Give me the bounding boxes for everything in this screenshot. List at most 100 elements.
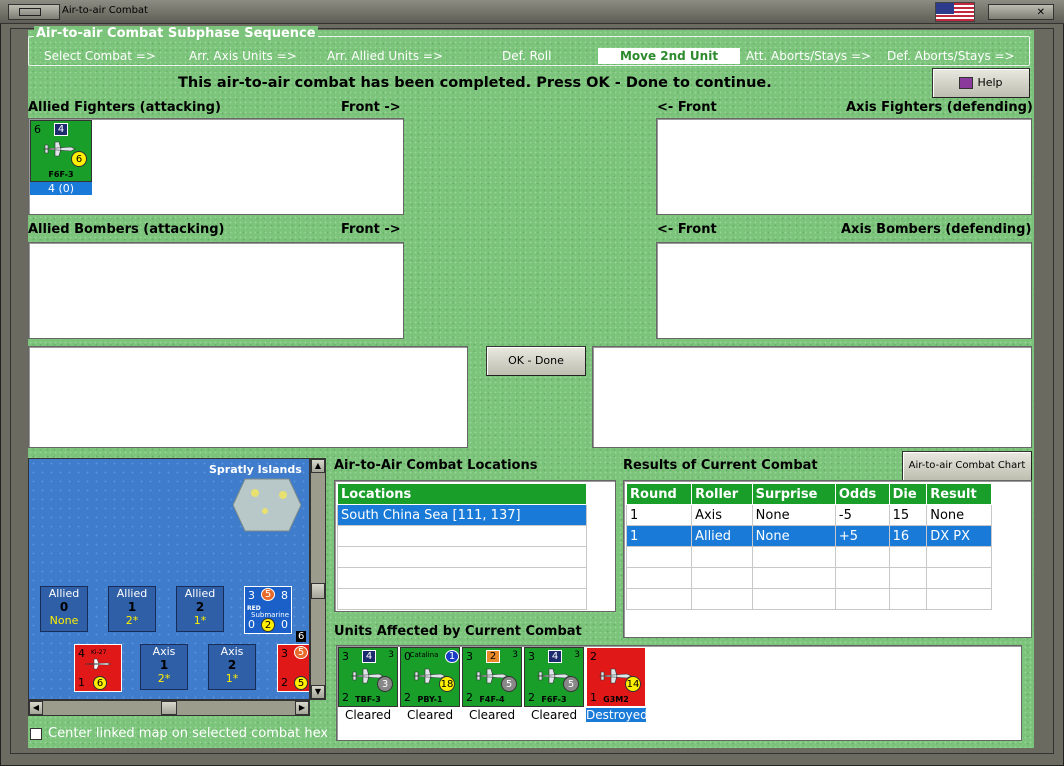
close-icon[interactable]: ✕ <box>1037 7 1045 18</box>
col-die: Die <box>888 483 928 505</box>
counter-name: G3M2 <box>603 695 629 704</box>
location-row[interactable]: South China Sea [111, 137] <box>337 504 587 526</box>
affected-unit-counter[interactable]: 3 4 3 5 2 F6F-3 <box>524 647 584 707</box>
result-row-empty <box>625 588 992 610</box>
hex-sub: None <box>49 614 79 627</box>
axis-fighters-box[interactable] <box>656 118 1032 215</box>
axis-bombers-front: <- Front <box>657 222 717 237</box>
scroll-thumb-h[interactable] <box>161 701 177 715</box>
counter-box: 2 <box>486 650 500 663</box>
cell-roller: Allied <box>691 525 753 547</box>
locations-list[interactable]: Locations South China Sea [111, 137] <box>334 480 616 612</box>
hex-sub: 2* <box>125 614 139 627</box>
axis-counter-2[interactable]: 3 5 2 5 <box>277 644 309 692</box>
fighter-counter[interactable]: 6 4 6 F6F-3 <box>30 120 92 182</box>
location-row-empty <box>337 525 587 547</box>
counter-name: PBY-1 <box>417 695 443 704</box>
counter-range: 6 <box>71 151 87 167</box>
counter-tl: 3 <box>281 647 288 660</box>
cell-odds: -5 <box>834 504 890 526</box>
counter-name: F6F-3 <box>541 695 567 704</box>
hex-title: Axis <box>220 645 244 658</box>
help-button[interactable]: Help <box>932 68 1030 98</box>
result-row[interactable]: 1 Allied None +5 16 DX PX <box>625 525 992 547</box>
axis-hex-2[interactable]: Axis 2 1* <box>208 644 256 690</box>
counter-box: 5 <box>261 588 275 601</box>
counter-tl: 3 <box>528 650 535 663</box>
axis-hex-1[interactable]: Axis 1 2* <box>140 644 188 690</box>
result-row[interactable]: 1 Axis None -5 15 None <box>625 504 992 526</box>
seq-step-move-2nd-unit: Move 2nd Unit <box>598 48 740 64</box>
ok-done-button[interactable]: OK - Done <box>486 346 586 376</box>
scroll-thumb-v[interactable] <box>311 583 325 599</box>
counter-name: Ki-27 <box>91 649 107 656</box>
affected-unit-counter[interactable]: 3 4 3 3 2 TBF-3 <box>338 647 398 707</box>
result-row-empty <box>625 546 992 568</box>
counter-top-text: Catalina <box>409 651 439 659</box>
hex-value: 1 <box>127 600 137 614</box>
seq-step-arr-axis: Arr. Axis Units => <box>189 49 297 63</box>
counter-attack: 6 <box>34 123 41 136</box>
counter-name: F4F-4 <box>479 695 505 704</box>
counter-air-value: 4 <box>54 123 68 136</box>
center-map-checkbox[interactable] <box>30 728 42 740</box>
mini-map[interactable]: Spratly Islands Allied 0 None Allied 1 2… <box>28 458 310 700</box>
axis-fighters-label: Axis Fighters (defending) <box>846 100 1033 115</box>
allied-hex-0[interactable]: Allied 0 None <box>40 586 88 632</box>
map-horizontal-scrollbar[interactable]: ◀ ▶ <box>28 700 310 716</box>
allied-bombers-box[interactable] <box>28 242 404 339</box>
location-cell: South China Sea [111, 137] <box>337 504 587 526</box>
axis-detail-box <box>592 346 1032 448</box>
counter-circle: 3 <box>377 676 393 692</box>
system-menu-button[interactable] <box>8 4 60 20</box>
help-label: Help <box>977 76 1003 89</box>
axis-bombers-label: Axis Bombers (defending) <box>841 222 1032 237</box>
map-location-label: Spratly Islands <box>209 463 302 476</box>
seq-step-select-combat: Select Combat => <box>44 49 156 63</box>
col-roller: Roller <box>691 483 753 505</box>
allied-hex-2[interactable]: Allied 2 1* <box>176 586 224 632</box>
scroll-left-icon[interactable]: ◀ <box>29 701 43 715</box>
hex-sub: 1* <box>225 672 239 685</box>
affected-unit-status: Cleared <box>468 708 516 722</box>
results-list[interactable]: Round Roller Surprise Odds Die Result 1 … <box>623 480 1032 638</box>
affected-unit-status: Cleared <box>406 708 454 722</box>
counter-circle: 6 <box>93 676 107 690</box>
counter-tl: 3 <box>342 650 349 663</box>
scroll-up-icon[interactable]: ▲ <box>311 459 325 473</box>
combat-chart-button[interactable]: Air-to-air Combat Chart <box>902 451 1032 481</box>
scroll-right-icon[interactable]: ▶ <box>295 701 309 715</box>
window-controls[interactable]: ✕ <box>988 4 1054 20</box>
allied-hex-1[interactable]: Allied 1 2* <box>108 586 156 632</box>
affected-unit-status: Cleared <box>344 708 392 722</box>
submarine-counter[interactable]: 3 5 8 RED Submarine 0 2 0 <box>244 586 292 634</box>
cell-odds: +5 <box>834 525 890 547</box>
counter-circle: 5 <box>294 676 308 690</box>
axis-counter-ki27[interactable]: 4 Ki-27 1 6 <box>74 644 122 692</box>
cell-die: 15 <box>888 504 928 526</box>
allied-bombers-label: Allied Bombers (attacking) <box>28 222 225 237</box>
locations-title: Air-to-Air Combat Locations <box>334 458 538 473</box>
hex-sub: 1* <box>193 614 207 627</box>
axis-bombers-box[interactable] <box>656 242 1032 339</box>
cell-roller: Axis <box>691 504 753 526</box>
map-vertical-scrollbar[interactable]: ▲ ▼ <box>310 458 326 700</box>
scroll-down-icon[interactable]: ▼ <box>311 685 325 699</box>
allied-detail-box <box>28 346 468 448</box>
counter-tr: 8 <box>281 589 288 602</box>
affected-unit-counter[interactable]: 0 1 Catalina 18 2 PBY-1 <box>400 647 460 707</box>
hex-value: 1 <box>159 658 169 672</box>
affected-unit-counter[interactable]: 3 2 3 5 2 F4F-4 <box>462 647 522 707</box>
stack-count: 6 <box>296 631 307 642</box>
seq-step-arr-allied: Arr. Allied Units => <box>327 49 444 63</box>
allied-fighters-front: Front -> <box>341 100 401 115</box>
affected-unit-counter[interactable]: 2 14 1 G3M2 <box>586 647 646 707</box>
cell-result: DX PX <box>926 525 992 547</box>
counter-box: 5 <box>294 646 308 659</box>
minimize-icon <box>19 8 41 16</box>
col-surprise: Surprise <box>751 483 836 505</box>
book-icon <box>959 77 974 89</box>
window-title: Air-to-air Combat <box>62 5 148 16</box>
allied-fighters-label: Allied Fighters (attacking) <box>28 100 221 115</box>
col-result: Result <box>926 483 992 505</box>
